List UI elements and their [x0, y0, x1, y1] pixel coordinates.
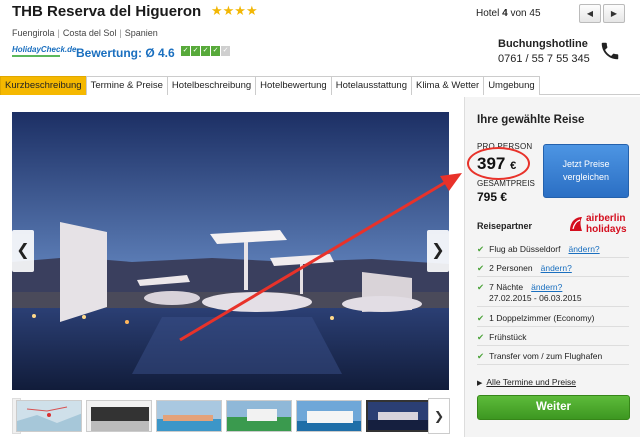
rating-box: ✓	[221, 46, 230, 56]
thumbnail-scroll-right[interactable]: ❯	[428, 398, 450, 434]
annotation-circle	[467, 147, 530, 180]
location: Fuengirola | Costa del Sol | Spanien	[12, 28, 158, 38]
check-icon: ✔	[477, 244, 485, 254]
rating-value: Ø 4.6	[145, 46, 175, 60]
change-nights-link[interactable]: ändern?	[531, 282, 562, 292]
next-hotel-button[interactable]: ▶	[603, 4, 625, 23]
rating-box: ✓	[201, 46, 210, 56]
trip-summary-panel: Ihre gewählte Reise PRO PERSON 397 € GES…	[464, 97, 640, 437]
rating-box: ✓	[181, 46, 190, 56]
check-icon: ✔	[477, 351, 485, 361]
phone-icon	[601, 42, 619, 60]
triangle-right-icon: ▶	[477, 380, 483, 387]
photo-next-button[interactable]: ❯	[427, 230, 449, 272]
photo-previous-button[interactable]: ❮	[12, 230, 34, 272]
rating-label: Bewertung:	[76, 46, 142, 60]
check-icon: ✔	[477, 332, 485, 342]
chevron-left-icon: ❮	[16, 242, 30, 259]
panel-title: Ihre gewählte Reise	[477, 114, 585, 126]
location-country[interactable]: Spanien	[125, 28, 158, 38]
tab-termine-preise[interactable]: Termine & Preise	[85, 76, 168, 95]
travel-dates: 27.02.2015 - 06.03.2015	[489, 293, 582, 303]
feature-persons: ✔ 2 Personen ändern?	[477, 263, 572, 273]
check-icon: ✔	[477, 263, 485, 273]
feature-flight: ✔ Flug ab Düsseldorf ändern?	[477, 244, 600, 254]
triangle-right-icon: ▶	[610, 9, 618, 18]
feature-board: ✔ Frühstück	[477, 332, 527, 342]
feature-room: ✔ 1 Doppelzimmer (Economy)	[477, 313, 595, 323]
change-persons-link[interactable]: ändern?	[541, 263, 572, 273]
thumbnail[interactable]	[16, 400, 82, 432]
rating: Bewertung: Ø 4.6	[76, 46, 175, 60]
hotel-name: THB Reserva del Higueron	[12, 3, 202, 20]
check-icon: ✔	[477, 313, 485, 323]
feature-nights: ✔ 7 Nächte ändern? 27.02.2015 - 06.03.2015	[477, 282, 582, 303]
rating-box: ✓	[191, 46, 200, 56]
thumbnail-selected[interactable]	[366, 400, 432, 432]
hotel-photo	[12, 112, 449, 390]
previous-hotel-button[interactable]: ◀	[579, 4, 601, 23]
tab-umgebung[interactable]: Umgebung	[483, 76, 540, 95]
hotline-number: 0761 / 55 7 55 345	[498, 53, 590, 65]
tab-klima-wetter[interactable]: Klima & Wetter	[411, 76, 485, 95]
thumbnail[interactable]	[86, 400, 152, 432]
thumbnail[interactable]	[156, 400, 222, 432]
hotel-counter: Hotel 4 von 45	[476, 8, 541, 19]
total-price-label: GESAMTPREIS	[477, 179, 535, 188]
feature-transfer: ✔ Transfer vom / zum Flughafen	[477, 351, 603, 361]
all-dates-prices-link[interactable]: ▶ Alle Termine und Preise	[477, 377, 576, 387]
total-price: 795 €	[477, 190, 508, 204]
partner-label: Reisepartner	[477, 221, 533, 231]
check-icon: ✔	[477, 282, 485, 292]
chevron-right-icon: ❯	[433, 409, 445, 423]
location-region[interactable]: Costa del Sol	[63, 28, 117, 38]
page: THB Reserva del Higueron ★★★★ Fuengirola…	[0, 0, 640, 437]
location-city[interactable]: Fuengirola	[12, 28, 55, 38]
compare-prices-button[interactable]: Jetzt Preise vergleichen	[543, 144, 629, 198]
tab-bar: Kurzbeschreibung Termine & Preise Hotelb…	[0, 76, 640, 95]
rating-box: ✓	[211, 46, 220, 56]
thumbnail[interactable]	[296, 400, 362, 432]
rating-boxes: ✓ ✓ ✓ ✓ ✓	[181, 46, 230, 56]
tab-hotelbeschreibung[interactable]: Hotelbeschreibung	[166, 76, 257, 95]
next-button[interactable]: Weiter	[477, 395, 630, 420]
triangle-left-icon: ◀	[586, 9, 594, 18]
chevron-right-icon: ❯	[431, 242, 445, 259]
airberlin-holidays-logo: airberlin holidays	[568, 213, 632, 237]
hotline-label: Buchungshotline	[498, 38, 588, 50]
star-rating: ★★★★	[211, 3, 258, 18]
tab-hotelbewertung[interactable]: Hotelbewertung	[255, 76, 332, 95]
tab-hotelausstattung[interactable]: Hotelausstattung	[330, 76, 412, 95]
thumbnail[interactable]	[226, 400, 292, 432]
thumbnail-strip: ❯	[12, 398, 452, 434]
tab-kurzbeschreibung[interactable]: Kurzbeschreibung	[0, 76, 87, 95]
change-flight-link[interactable]: ändern?	[568, 244, 599, 254]
holidaycheck-logo: HolidayCheck.de	[12, 45, 76, 61]
